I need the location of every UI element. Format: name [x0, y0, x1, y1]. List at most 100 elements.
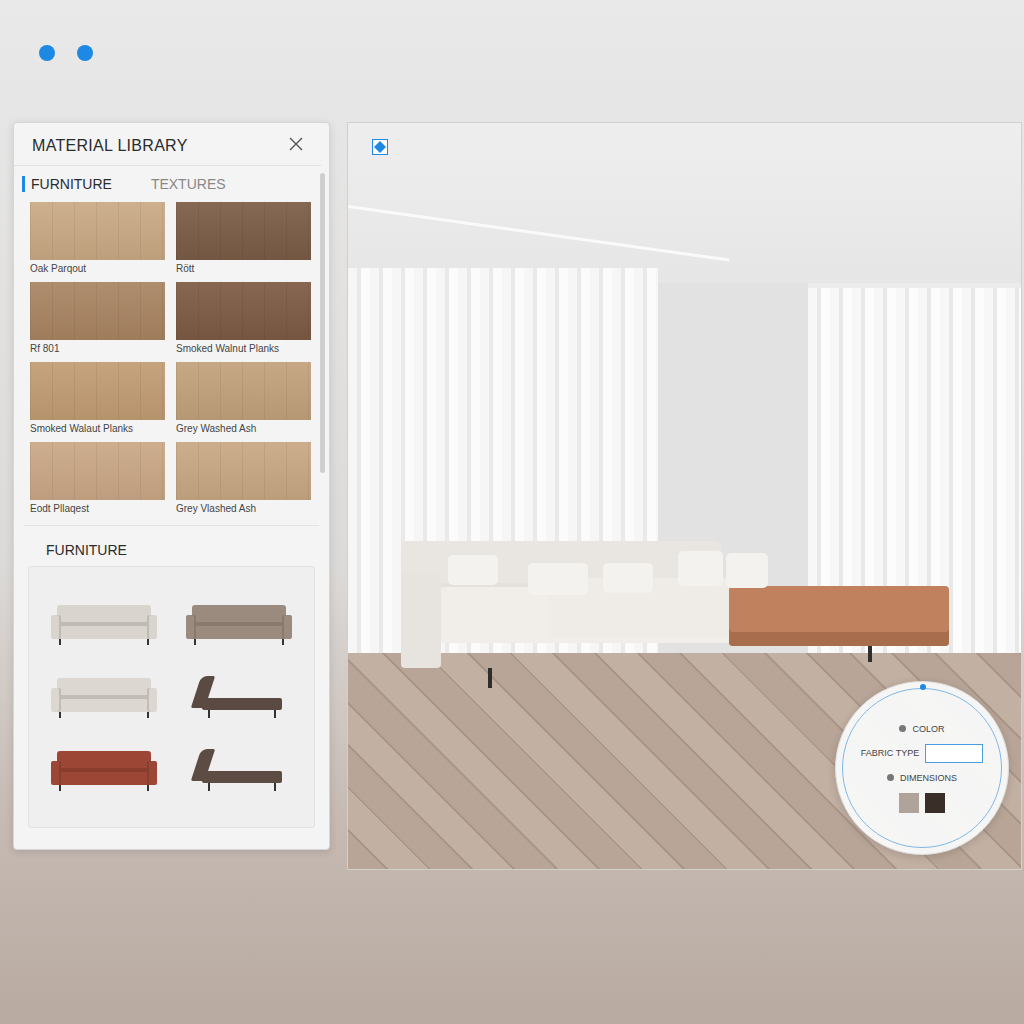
sofa-leg	[147, 639, 149, 645]
property-dot	[899, 725, 906, 732]
swatch-image	[30, 442, 165, 500]
material-swatch[interactable]: Grey Washed Ash	[176, 362, 311, 435]
chaise-leg	[274, 783, 276, 791]
swatch-label: Grey Washed Ash	[176, 423, 311, 435]
swatch-label: Rf 801	[30, 343, 165, 355]
sofa-arm	[282, 615, 292, 639]
chaise-leg	[208, 710, 210, 718]
fabric-type-input[interactable]	[925, 744, 983, 763]
swatch-image	[176, 442, 311, 500]
sofa-seat	[53, 769, 155, 785]
sofa-back	[192, 605, 286, 625]
window-dot	[39, 45, 55, 61]
furniture-item[interactable]	[184, 672, 294, 722]
sofa-arm	[147, 688, 157, 712]
sofa-leg	[59, 639, 61, 645]
cushion	[726, 553, 768, 588]
workspace: MATERIAL LIBRARY FURNITURE TEXTURES Oak Par…	[0, 105, 1024, 870]
sofa-back	[57, 605, 151, 625]
material-swatch[interactable]: Grey Vlashed Ash	[176, 442, 311, 515]
sofa-arm	[51, 688, 61, 712]
material-library-panel: MATERIAL LIBRARY FURNITURE TEXTURES Oak Par…	[13, 122, 330, 850]
app: MATERIAL LIBRARY FURNITURE TEXTURES Oak Par…	[0, 0, 1024, 1024]
cushion	[528, 563, 588, 595]
cushion	[603, 563, 653, 593]
swatch-label: Rött	[176, 263, 311, 275]
section-title: FURNITURE	[24, 525, 319, 566]
ceiling	[348, 123, 1022, 283]
window-controls	[0, 0, 1024, 105]
property-row[interactable]: COLOR	[899, 724, 944, 734]
chaise-leg	[274, 710, 276, 718]
3d-viewport[interactable]: COLOR FABRIC TYPE DIMENSIONS	[347, 122, 1022, 870]
cushion	[678, 551, 723, 586]
swatch-image	[176, 202, 311, 260]
swatch-label: Eodt Pllaqest	[30, 503, 165, 515]
swatch-image	[30, 202, 165, 260]
sofa-leg	[59, 785, 61, 791]
furniture-item[interactable]	[49, 672, 159, 722]
sofa-seat	[188, 623, 290, 639]
color-swatch[interactable]	[925, 793, 945, 813]
property-label: COLOR	[912, 724, 944, 734]
sofa-arm	[147, 615, 157, 639]
sofa-arm	[147, 761, 157, 785]
material-swatch[interactable]: Eodt Pllaqest	[30, 442, 165, 515]
furniture-item[interactable]	[49, 745, 159, 795]
select-icon[interactable]	[372, 139, 388, 155]
material-swatch[interactable]: Smoked Walaut Planks	[30, 362, 165, 435]
close-icon[interactable]	[289, 137, 303, 155]
color-swatch[interactable]	[899, 793, 919, 813]
sofa-leg	[194, 639, 196, 645]
material-swatch[interactable]: Rött	[176, 202, 311, 275]
swatch-label: Smoked Walnut Planks	[176, 343, 311, 355]
swatch-image	[176, 282, 311, 340]
sofa-chaise	[729, 586, 949, 646]
swatch-image	[30, 362, 165, 420]
sofa-leg	[59, 712, 61, 718]
property-dot	[887, 774, 894, 781]
tab[interactable]: TEXTURES	[142, 176, 226, 192]
dial-ring	[842, 688, 1002, 848]
cushion	[448, 555, 498, 585]
swatch-label: Grey Vlashed Ash	[176, 503, 311, 515]
furniture-item[interactable]	[49, 599, 159, 649]
chaise-seat	[202, 698, 282, 710]
scrollbar[interactable]	[320, 173, 325, 473]
sofa-arm	[51, 615, 61, 639]
furniture-item[interactable]	[184, 599, 294, 649]
material-swatch[interactable]: Smoked Walnut Planks	[176, 282, 311, 355]
panel-title: MATERIAL LIBRARY	[32, 137, 188, 155]
swatch-image	[176, 362, 311, 420]
sofa-arm	[51, 761, 61, 785]
tab[interactable]: FURNITURE	[22, 176, 112, 192]
property-label: FABRIC TYPE	[861, 748, 919, 758]
window-dot	[77, 45, 93, 61]
swatch-label: Smoked Walaut Planks	[30, 423, 165, 435]
chaise-leg	[208, 783, 210, 791]
sofa-back	[57, 751, 151, 771]
furniture-item[interactable]	[184, 745, 294, 795]
material-swatch[interactable]: Rf 801	[30, 282, 165, 355]
property-row[interactable]: FABRIC TYPE	[861, 744, 983, 763]
chaise-seat	[202, 771, 282, 783]
sofa-leg	[282, 639, 284, 645]
properties-dial: COLOR FABRIC TYPE DIMENSIONS	[835, 681, 1009, 855]
property-label: DIMENSIONS	[900, 773, 957, 783]
furniture-grid	[28, 566, 315, 828]
panel-header: MATERIAL LIBRARY	[14, 123, 321, 166]
sofa-back	[57, 678, 151, 698]
swatch-grid: Oak Parqout Rött Rf 801 Smoked Walnut Plank…	[14, 198, 329, 515]
dial-handle	[920, 684, 926, 690]
material-swatch[interactable]: Oak Parqout	[30, 202, 165, 275]
sofa-leg	[868, 646, 872, 662]
sofa-arm	[401, 573, 441, 668]
sofa-leg	[147, 785, 149, 791]
sofa-seat	[53, 696, 155, 712]
property-row[interactable]: DIMENSIONS	[887, 773, 957, 783]
sofa-arm	[186, 615, 196, 639]
color-swatches	[899, 793, 945, 813]
swatch-label: Oak Parqout	[30, 263, 165, 275]
sofa-leg	[147, 712, 149, 718]
tab-bar: FURNITURE TEXTURES	[14, 166, 329, 198]
